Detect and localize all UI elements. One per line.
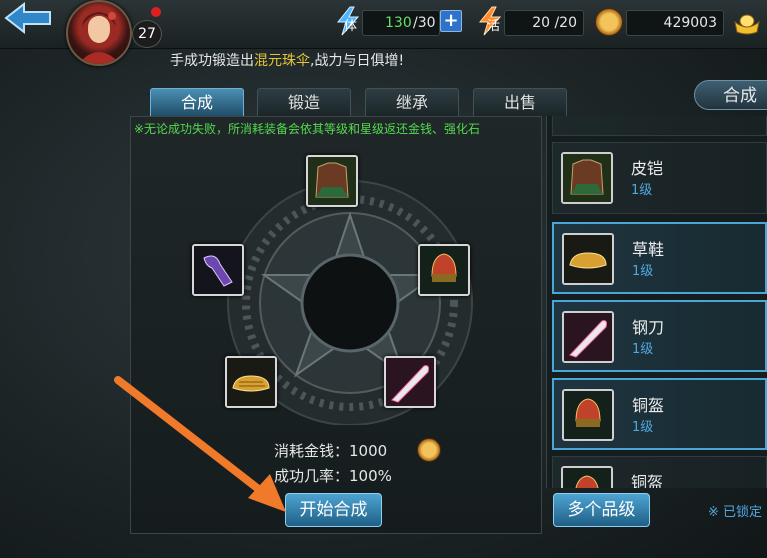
locked-label: ※ 已锁定 [708, 505, 763, 520]
item-name: 铜盔 [631, 473, 664, 488]
bronze-helmet-icon [420, 246, 468, 294]
straw-sandal-icon [562, 233, 614, 285]
item-level: 1级 [632, 342, 654, 357]
tab-forge[interactable]: 锻造 [257, 88, 351, 117]
synthesis-notice: ※无论成功失败，所消耗装备会依其等级和星级返还金钱、强化石 [134, 122, 481, 136]
vigor-value: 20 /20 [532, 15, 577, 31]
player-level-badge: 27 [132, 20, 162, 48]
item-name: 钢刀 [632, 318, 665, 337]
stamina-max: /30 [413, 15, 436, 31]
cost-coin-icon [417, 438, 441, 462]
list-item[interactable]: 铜盔 1级 [552, 378, 767, 450]
steel-blade-icon [386, 358, 434, 406]
success-rate-label: 成功几率：100% [274, 467, 392, 485]
item-name: 草鞋 [632, 240, 665, 259]
stamina-current: 130 [385, 15, 412, 31]
cost-label: 消耗金钱：1000 [274, 442, 388, 460]
add-stamina-button[interactable]: + [440, 10, 462, 32]
slot-shoes[interactable] [225, 356, 277, 408]
back-button[interactable] [4, 1, 54, 35]
start-synthesis-button[interactable]: 开始合成 [285, 493, 382, 527]
tab-inherit[interactable]: 继承 [365, 88, 459, 117]
stamina-label: 体 [344, 19, 358, 34]
marquee-suffix: ,战力与日俱增! [310, 53, 405, 69]
item-level: 1级 [631, 183, 653, 198]
vigor-counter: 20 /20 [504, 10, 584, 36]
marquee-prefix: 手成功锻造出 [170, 53, 254, 69]
tab-synthesize[interactable]: 合成 [150, 88, 244, 117]
tab-synthesize-right[interactable]: 合成 [694, 80, 767, 110]
slot-accessory[interactable] [192, 244, 244, 296]
list-item[interactable]: 铜盔 [552, 456, 767, 488]
purple-bracer-icon [194, 246, 242, 294]
slot-armor[interactable] [306, 155, 358, 207]
item-level: 1级 [632, 420, 654, 435]
slot-weapon[interactable] [384, 356, 436, 408]
slot-helmet[interactable] [418, 244, 470, 296]
leather-armor-icon [561, 152, 613, 204]
item-name: 皮铠 [631, 159, 664, 178]
list-item[interactable]: 草鞋 1级 [552, 222, 767, 294]
portrait-icon [78, 12, 120, 64]
vigor-label: 活 [487, 19, 501, 34]
marquee-item: 混元珠伞 [254, 53, 310, 69]
item-name: 铜盔 [632, 396, 665, 415]
notification-dot [151, 7, 161, 17]
list-item[interactable]: 皮铠 1级 [552, 142, 767, 214]
coin-value: 429003 [663, 15, 717, 31]
leather-armor-icon [308, 157, 356, 205]
item-level: 1级 [632, 264, 654, 279]
coin-icon [595, 8, 623, 36]
multi-grade-button[interactable]: 多个品级 [553, 493, 650, 527]
stamina-counter: 130 /30 [362, 10, 440, 36]
back-arrow-icon [4, 1, 51, 35]
player-avatar[interactable] [66, 0, 132, 66]
straw-sandal-icon [227, 358, 275, 406]
coin-counter: 429003 [626, 10, 724, 36]
bronze-helmet-icon [562, 389, 614, 441]
bronze-helmet-icon [561, 466, 613, 488]
steel-blade-icon [562, 311, 614, 363]
list-item[interactable]: 钢刀 1级 [552, 300, 767, 372]
list-item-partial-top[interactable] [552, 116, 767, 136]
tab-sell[interactable]: 出售 [473, 88, 567, 117]
announcement-marquee: 手成功锻造出混元珠伞,战力与日俱增! [170, 50, 570, 72]
gold-ingot-icon[interactable] [732, 10, 762, 36]
